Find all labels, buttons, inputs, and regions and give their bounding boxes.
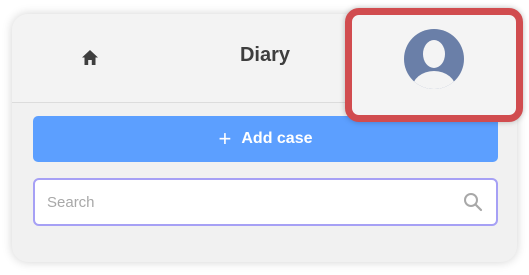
home-button[interactable] <box>76 46 104 74</box>
search-icon[interactable] <box>462 191 484 213</box>
profile-button[interactable] <box>345 8 523 122</box>
add-case-label: Add case <box>241 130 313 147</box>
home-icon <box>81 49 99 71</box>
plus-icon: + <box>218 126 232 151</box>
add-case-button[interactable]: + Add case <box>33 116 498 162</box>
search-input[interactable] <box>35 180 462 224</box>
page-title: Diary <box>239 44 291 66</box>
search-field <box>33 178 498 226</box>
user-avatar-icon <box>402 27 466 91</box>
